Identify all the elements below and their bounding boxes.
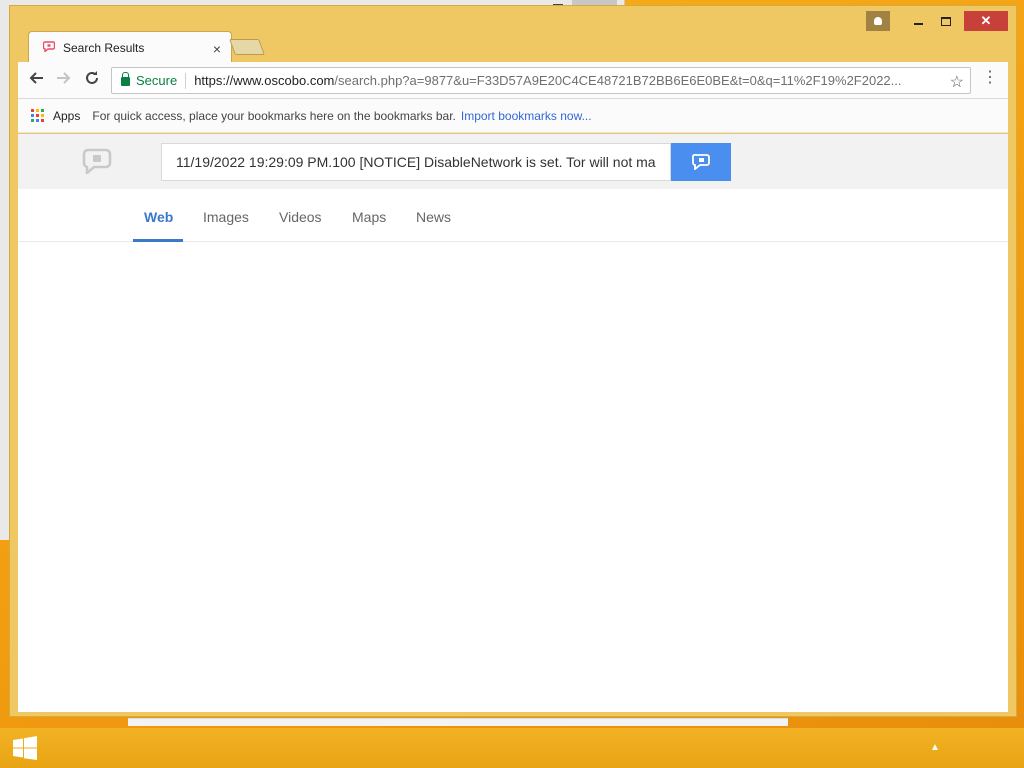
profile-button[interactable] — [866, 11, 890, 31]
taskbar: ▲ — [0, 728, 1024, 768]
tab-news[interactable]: News — [416, 209, 451, 225]
maximize-button[interactable] — [932, 11, 960, 31]
close-icon: ✕ — [980, 13, 992, 28]
url-host: https://www.oscobo.com — [194, 73, 335, 88]
back-arrow-icon[interactable] — [28, 70, 44, 91]
search-header: 11/19/2022 19:29:09 PM.100 [NOTICE] Disa… — [18, 134, 1008, 189]
oscobo-logo-icon[interactable] — [82, 148, 112, 176]
address-bar[interactable]: Secure https://www.oscobo.com/search.php… — [111, 67, 971, 94]
browser-toolbar: Secure https://www.oscobo.com/search.php… — [18, 62, 1008, 99]
user-icon — [874, 17, 882, 25]
browser-window: ✕ Search Results × Secure https://www.os… — [9, 5, 1017, 717]
menu-dots-icon[interactable]: ⋮ — [982, 70, 998, 86]
close-window-button[interactable]: ✕ — [964, 11, 1008, 31]
apps-grid-icon[interactable] — [31, 109, 44, 122]
active-tab-indicator — [133, 239, 183, 242]
new-tab-button[interactable] — [229, 39, 265, 55]
result-type-tabs: Web Images Videos Maps News — [18, 189, 1008, 242]
horizontal-scrollbar[interactable] — [128, 718, 788, 726]
reload-icon[interactable] — [84, 70, 100, 91]
tab-close-icon[interactable]: × — [213, 41, 221, 57]
secure-label: Secure — [136, 73, 178, 88]
omnibox-divider — [185, 72, 187, 89]
import-bookmarks-link[interactable]: Import bookmarks now... — [461, 109, 592, 123]
bookmark-star-icon[interactable]: ☆ — [950, 72, 964, 92]
minimize-icon — [913, 23, 923, 25]
oscobo-favicon-icon — [42, 40, 56, 55]
windows-start-icon[interactable] — [12, 736, 38, 760]
forward-arrow-icon[interactable] — [56, 70, 72, 91]
apps-link[interactable]: Apps — [53, 109, 80, 123]
tab-images[interactable]: Images — [203, 209, 249, 225]
lock-icon — [121, 72, 130, 86]
tab-web[interactable]: Web — [144, 209, 173, 225]
tab-title: Search Results — [63, 40, 145, 55]
url-path: /search.php?a=9877&u=F33D57A9E20C4CE4872… — [334, 73, 902, 88]
maximize-icon — [941, 16, 951, 26]
tray-expand-icon[interactable]: ▲ — [930, 742, 940, 753]
search-button[interactable] — [671, 143, 731, 181]
bookmarks-hint: For quick access, place your bookmarks h… — [92, 108, 456, 123]
browser-tab[interactable]: Search Results × — [28, 31, 232, 63]
search-input[interactable]: 11/19/2022 19:29:09 PM.100 [NOTICE] Disa… — [161, 143, 671, 181]
page-content: 11/19/2022 19:29:09 PM.100 [NOTICE] Disa… — [18, 134, 1008, 712]
window-controls: ✕ — [866, 11, 1008, 31]
minimize-button[interactable] — [904, 11, 932, 31]
search-icon — [692, 154, 710, 170]
tab-maps[interactable]: Maps — [352, 209, 386, 225]
tab-videos[interactable]: Videos — [279, 209, 322, 225]
bookmarks-bar: Apps For quick access, place your bookma… — [18, 99, 1008, 133]
